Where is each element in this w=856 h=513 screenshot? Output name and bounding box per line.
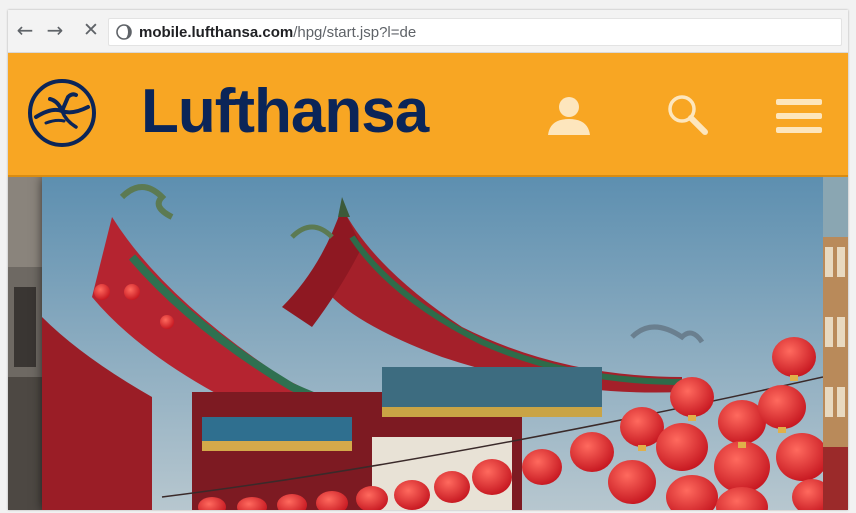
menu-icon[interactable]: [776, 99, 822, 133]
forward-button[interactable]: →: [44, 19, 66, 41]
url-path: /hpg/start.jsp?l=de: [293, 23, 417, 41]
hero-image-temple[interactable]: [42, 177, 823, 510]
carousel-prev-slide[interactable]: [8, 177, 42, 510]
site-info-icon[interactable]: [115, 23, 133, 41]
browser-toolbar: ← → ✕ mobile.lufthansa.com/hpg/start.jsp…: [8, 10, 848, 53]
arrow-left-icon: ←: [16, 18, 34, 42]
user-icon[interactable]: [546, 95, 592, 135]
browser-window: ← → ✕ mobile.lufthansa.com/hpg/start.jsp…: [8, 10, 848, 510]
address-bar[interactable]: mobile.lufthansa.com/hpg/start.jsp?l=de: [108, 18, 842, 46]
close-icon: ✕: [83, 19, 99, 41]
brand-wordmark[interactable]: Lufthansa: [141, 75, 429, 149]
back-button[interactable]: ←: [14, 19, 36, 41]
url-host: mobile.lufthansa.com: [139, 23, 294, 41]
site-header: Lufthansa: [8, 53, 848, 177]
carousel-next-slide[interactable]: [823, 177, 848, 510]
lufthansa-crane-logo[interactable]: [26, 77, 98, 149]
hero-carousel[interactable]: [8, 177, 848, 510]
stop-button[interactable]: ✕: [80, 19, 102, 41]
search-icon[interactable]: [666, 93, 708, 135]
arrow-right-icon: →: [46, 18, 64, 42]
